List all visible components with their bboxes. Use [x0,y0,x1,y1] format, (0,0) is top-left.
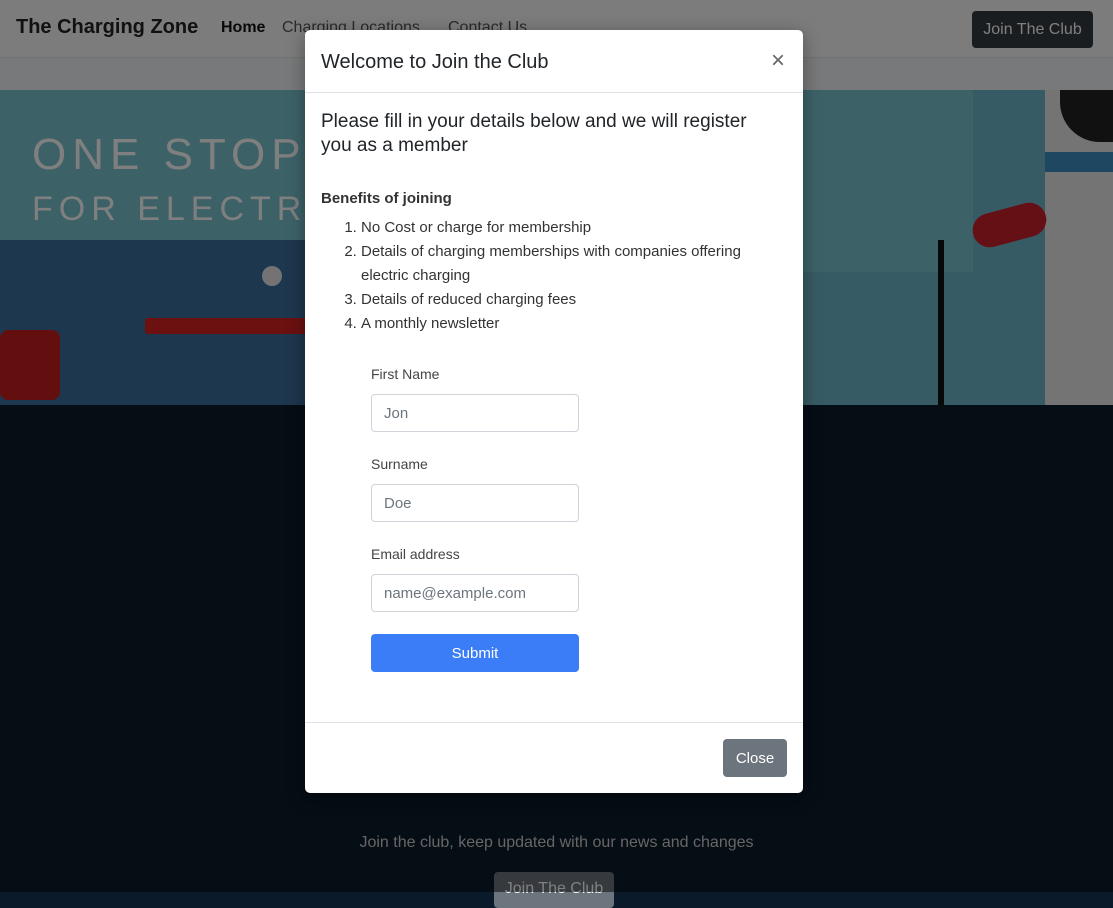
first-name-input[interactable] [371,394,579,432]
join-club-modal: Welcome to Join the Club × Please fill i… [305,30,803,793]
benefit-item: A monthly newsletter [361,312,781,336]
surname-input[interactable] [371,484,579,522]
modal-intro-text: Please fill in your details below and we… [321,111,747,156]
email-input[interactable] [371,574,579,612]
benefit-item: Details of charging memberships with com… [361,240,781,288]
submit-button[interactable]: Submit [371,634,579,672]
benefits-heading: Benefits of joining [321,190,452,207]
email-label: Email address [371,546,460,562]
benefits-list: No Cost or charge for membership Details… [321,216,781,336]
close-button[interactable]: Close [723,739,787,777]
surname-label: Surname [371,456,428,472]
benefit-item: Details of reduced charging fees [361,288,781,312]
registration-form: First Name Surname Email address Submit [371,364,579,672]
benefit-item: No Cost or charge for membership [361,216,781,240]
close-icon[interactable]: × [765,48,791,74]
modal-header: Welcome to Join the Club × [305,30,803,93]
first-name-label: First Name [371,366,440,382]
modal-footer: Close [305,722,803,794]
modal-title: Welcome to Join the Club [321,51,549,73]
